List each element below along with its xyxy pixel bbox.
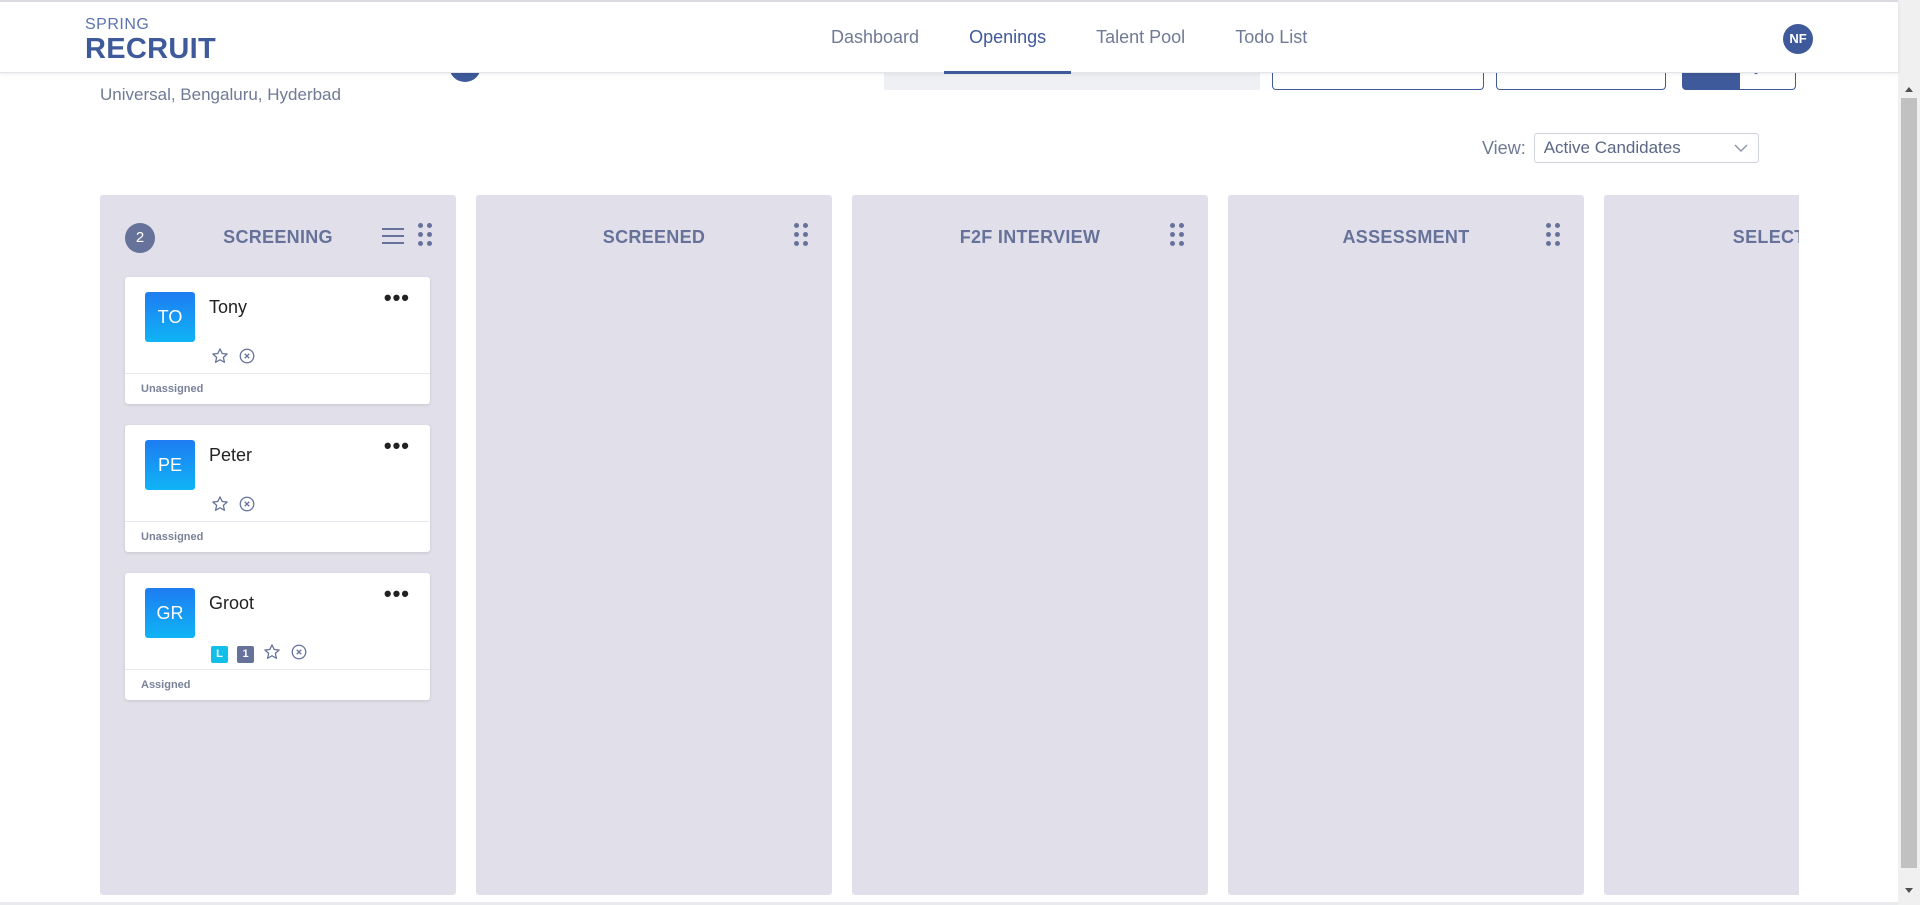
- column-header: F2F INTERVIEW: [852, 221, 1208, 251]
- drag-handle-icon[interactable]: [1170, 223, 1184, 247]
- column-f2f-interview: F2F INTERVIEW: [852, 195, 1208, 895]
- more-options-icon[interactable]: •••: [384, 435, 410, 457]
- candidate-name[interactable]: Peter: [209, 445, 252, 466]
- app-viewport: SPRING RECRUIT Dashboard Openings Talent…: [0, 0, 1920, 905]
- column-title: F2F INTERVIEW: [959, 227, 1101, 247]
- column-screened: SCREENED: [476, 195, 832, 895]
- drag-handle-icon[interactable]: [418, 223, 432, 247]
- column-header: 2 SCREENING: [100, 221, 456, 253]
- drag-handle-icon[interactable]: [1546, 223, 1560, 247]
- level-tag: L: [211, 645, 228, 663]
- candidate-card[interactable]: GR Groot ••• L 1 Assigned: [125, 573, 430, 700]
- column-header: ASSESSMENT: [1228, 221, 1584, 251]
- top-header: SPRING RECRUIT Dashboard Openings Talent…: [0, 0, 1898, 75]
- candidate-avatar: TO: [145, 292, 195, 342]
- view-filter-row: View: Active Candidates: [1482, 133, 1759, 163]
- star-icon[interactable]: [211, 495, 229, 518]
- assignment-status: Assigned: [125, 669, 430, 700]
- column-title: SELECTED: [1732, 227, 1799, 247]
- card-icons: [211, 347, 265, 370]
- user-avatar[interactable]: NF: [1783, 24, 1813, 54]
- main-nav: Dashboard Openings Talent Pool Todo List: [806, 2, 1332, 75]
- column-screening: 2 SCREENING TO Tony ••• Unassigned PE Pe…: [100, 195, 456, 895]
- nav-openings[interactable]: Openings: [944, 2, 1072, 74]
- nav-talent-pool[interactable]: Talent Pool: [1071, 2, 1210, 73]
- column-title: ASSESSMENT: [1342, 227, 1470, 247]
- view-select-value: Active Candidates: [1543, 138, 1681, 157]
- column-header: SELECTED: [1604, 221, 1799, 251]
- more-options-icon[interactable]: •••: [384, 287, 410, 309]
- reject-icon[interactable]: [238, 347, 256, 370]
- view-label: View:: [1482, 137, 1526, 158]
- reject-icon[interactable]: [238, 495, 256, 518]
- star-icon[interactable]: [211, 347, 229, 370]
- card-icons: L 1: [211, 643, 317, 666]
- card-icons: [211, 495, 265, 518]
- nav-dashboard[interactable]: Dashboard: [806, 2, 944, 73]
- view-select[interactable]: Active Candidates: [1533, 133, 1759, 163]
- scroll-down-icon[interactable]: [1898, 884, 1920, 898]
- column-assessment: ASSESSMENT: [1228, 195, 1584, 895]
- logo[interactable]: SPRING RECRUIT: [85, 16, 216, 64]
- candidate-avatar: PE: [145, 440, 195, 490]
- more-options-icon[interactable]: •••: [384, 583, 410, 605]
- column-title: SCREENED: [602, 227, 706, 247]
- count-tag: 1: [237, 645, 254, 663]
- column-header: SCREENED: [476, 221, 832, 251]
- kanban-board: 2 SCREENING TO Tony ••• Unassigned PE Pe…: [100, 195, 1799, 895]
- job-location: Universal, Bengaluru, Hyderbad: [100, 85, 341, 104]
- candidate-name[interactable]: Groot: [209, 593, 254, 614]
- chevron-down-icon: [1734, 137, 1748, 168]
- candidate-card[interactable]: PE Peter ••• Unassigned: [125, 425, 430, 552]
- candidate-card[interactable]: TO Tony ••• Unassigned: [125, 277, 430, 404]
- menu-icon[interactable]: [382, 227, 404, 245]
- scroll-up-icon[interactable]: [1898, 82, 1920, 96]
- vertical-scrollbar[interactable]: [1898, 0, 1920, 905]
- candidate-name[interactable]: Tony: [209, 297, 247, 318]
- reject-icon[interactable]: [290, 643, 308, 666]
- assignment-status: Unassigned: [125, 521, 430, 552]
- drag-handle-icon[interactable]: [794, 223, 808, 247]
- column-selected: SELECTED: [1604, 195, 1799, 895]
- logo-top-text: SPRING: [85, 16, 150, 33]
- logo-bottom-text: RECRUIT: [85, 33, 216, 65]
- star-icon[interactable]: [263, 643, 281, 666]
- nav-todo-list[interactable]: Todo List: [1210, 2, 1332, 73]
- assignment-status: Unassigned: [125, 373, 430, 404]
- candidate-avatar: GR: [145, 588, 195, 638]
- scrollbar-thumb[interactable]: [1901, 98, 1917, 868]
